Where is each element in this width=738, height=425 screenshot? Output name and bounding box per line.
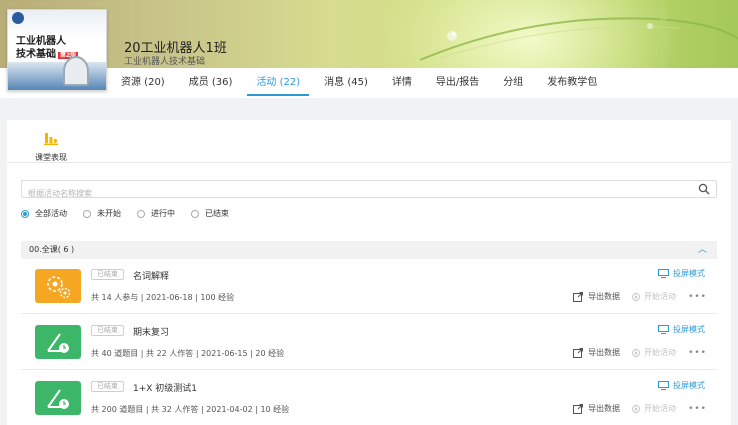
start-activity-button[interactable]: 开始活动	[632, 347, 676, 358]
export-icon	[573, 291, 584, 302]
start-activity-button[interactable]: 开始活动	[632, 403, 676, 414]
class-performance-button[interactable]: 课堂表现	[29, 130, 73, 163]
start-activity-label: 开始活动	[644, 404, 677, 413]
cover-title-text: 技术基础	[16, 49, 56, 60]
filter-not-started[interactable]: 未开始	[83, 208, 121, 219]
cover-robot-image	[8, 62, 106, 90]
test-icon	[35, 325, 81, 359]
filter-ended-label: 已结束	[205, 209, 229, 218]
export-icon	[573, 403, 584, 414]
test-glyph	[47, 389, 69, 409]
activity-name[interactable]: 名词解释	[133, 269, 169, 282]
play-icon	[632, 292, 641, 301]
group-title: 00.全课( 6 )	[29, 245, 75, 254]
status-badge: 已结束	[91, 325, 124, 336]
projection-mode-label: 投屏模式	[673, 381, 705, 390]
projection-mode-button[interactable]: 投屏模式	[658, 324, 705, 335]
play-icon	[632, 348, 641, 357]
more-icon[interactable]: •••	[688, 292, 707, 302]
course-cover[interactable]: 工业机器人 技术基础 第2版	[7, 9, 107, 91]
brainstorm-icon	[35, 269, 81, 303]
status-filters: 全部活动 未开始 进行中 已结束	[21, 208, 245, 219]
status-badge: 已结束	[91, 381, 124, 392]
monitor-icon	[658, 325, 669, 334]
activity-actions: 导出数据 开始活动 •••	[573, 291, 707, 302]
tab-resources[interactable]: 资源 (20)	[112, 70, 174, 96]
export-data-label: 导出数据	[588, 292, 621, 301]
monitor-icon	[658, 269, 669, 278]
export-data-button[interactable]: 导出数据	[573, 347, 620, 358]
brainstorm-glyph	[47, 276, 71, 299]
activity-actions: 导出数据 开始活动 •••	[573, 347, 707, 358]
class-performance-icon	[44, 133, 58, 145]
publisher-logo-icon	[12, 12, 24, 24]
export-data-button[interactable]: 导出数据	[573, 291, 620, 302]
test-glyph	[47, 333, 69, 353]
activity-item[interactable]: 已结束 期末复习 共 40 道题目 | 共 22 人作答 | 2021-06-1…	[21, 318, 717, 370]
tab-messages[interactable]: 消息 (45)	[315, 70, 377, 96]
filter-all-label: 全部活动	[35, 209, 67, 218]
activity-meta: 共 40 道题目 | 共 22 人作答 | 2021-06-15 | 20 经验	[91, 349, 285, 358]
export-data-label: 导出数据	[588, 404, 621, 413]
activities-panel: 课堂表现 全部活动 未开始 进行中 已结束 00.全课( 6 ) ︿	[7, 120, 731, 425]
filter-not-started-label: 未开始	[97, 209, 121, 218]
chevron-up-icon[interactable]: ︿	[698, 241, 707, 259]
activity-item[interactable]: 已结束 名词解释 共 14 人参与 | 2021-06-18 | 100 经验 …	[21, 262, 717, 314]
toolbar-divider	[7, 162, 731, 163]
start-activity-button[interactable]: 开始活动	[632, 291, 676, 302]
projection-mode-label: 投屏模式	[673, 325, 705, 334]
course-tabs: 资源 (20) 成员 (36) 活动 (22) 消息 (45) 详情 导出/报告…	[112, 70, 612, 96]
radio-icon[interactable]	[137, 209, 145, 218]
projection-mode-button[interactable]: 投屏模式	[658, 380, 705, 391]
activity-meta: 共 14 人参与 | 2021-06-18 | 100 经验	[91, 293, 235, 302]
activity-name[interactable]: 1+X 初级测试1	[133, 381, 197, 394]
start-activity-label: 开始活动	[644, 348, 677, 357]
activity-item[interactable]: 已结束 1+X 初级测试1 共 200 道题目 | 共 32 人作答 | 202…	[21, 374, 717, 425]
monitor-icon	[658, 381, 669, 390]
filter-in-progress[interactable]: 进行中	[137, 208, 175, 219]
start-activity-label: 开始活动	[644, 292, 677, 301]
radio-icon[interactable]	[83, 209, 91, 218]
radio-selected-icon[interactable]	[21, 209, 29, 218]
export-data-button[interactable]: 导出数据	[573, 403, 620, 414]
search-input[interactable]	[22, 185, 682, 202]
activity-name[interactable]: 期末复习	[133, 325, 169, 338]
page: 工业机器人 技术基础 第2版 20工业机器人1班 工业机器人技术基础 资源 (20…	[0, 0, 738, 425]
more-icon[interactable]: •••	[688, 348, 707, 358]
tab-export-report[interactable]: 导出/报告	[427, 70, 488, 96]
tab-groups[interactable]: 分组	[494, 70, 532, 96]
search-icon[interactable]	[698, 183, 710, 195]
radio-icon[interactable]	[191, 209, 199, 218]
projection-mode-label: 投屏模式	[673, 269, 705, 278]
activity-meta: 共 200 道题目 | 共 32 人作答 | 2021-04-02 | 10 经…	[91, 405, 290, 414]
tab-details[interactable]: 详情	[383, 70, 421, 96]
export-icon	[573, 347, 584, 358]
group-header[interactable]: 00.全课( 6 ) ︿	[21, 241, 717, 259]
test-icon	[35, 381, 81, 415]
tab-activities[interactable]: 活动 (22)	[247, 70, 310, 96]
robot-arm-icon	[63, 56, 89, 86]
filter-ended[interactable]: 已结束	[191, 208, 229, 219]
export-data-label: 导出数据	[588, 348, 621, 357]
filter-in-progress-label: 进行中	[151, 209, 175, 218]
play-icon	[632, 404, 641, 413]
more-icon[interactable]: •••	[688, 404, 707, 414]
activity-actions: 导出数据 开始活动 •••	[573, 403, 707, 414]
status-badge: 已结束	[91, 269, 124, 280]
projection-mode-button[interactable]: 投屏模式	[658, 268, 705, 279]
tab-members[interactable]: 成员 (36)	[180, 70, 242, 96]
course-subtitle: 工业机器人技术基础	[124, 57, 206, 67]
filter-all[interactable]: 全部活动	[21, 208, 67, 219]
activity-search	[21, 180, 717, 202]
tab-publish-package[interactable]: 发布教学包	[538, 70, 606, 96]
